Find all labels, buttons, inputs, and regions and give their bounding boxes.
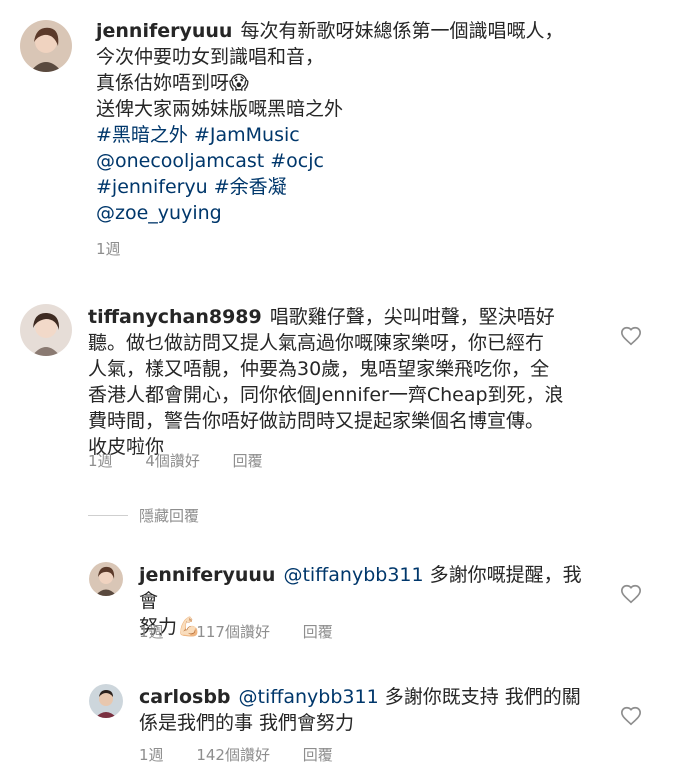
caption-username[interactable]: jenniferyuuu [96,20,232,42]
hide-replies-button[interactable]: 隱藏回覆 [139,505,199,526]
replies-divider [88,515,128,516]
comment-meta: 1週 4個讚好 回覆 [88,450,291,471]
reply-time[interactable]: 1週 [139,623,164,641]
caption-line: 送俾大家兩姊妹版嘅黑暗之外 [96,98,344,120]
comment-likes[interactable]: 4個讚好 [145,452,200,470]
comment-time[interactable]: 1週 [88,452,113,470]
caption-line: 每次有新歌呀妹總係第一個識唱嘅人， [240,20,564,42]
caption-time[interactable]: 1週 [96,240,121,258]
heart-outline-icon[interactable] [620,705,642,727]
reply-mention[interactable]: @tiffanybb311 [239,686,379,708]
reply-time[interactable]: 1週 [139,746,164,764]
reply-mention[interactable]: @tiffanybb311 [283,564,423,586]
avatar-jenniferyuuu[interactable] [89,562,123,596]
heart-outline-icon[interactable] [620,325,642,347]
comment-line: 唱歌雞仔聲，尖叫咁聲，堅決唔好 [269,306,555,328]
comment-line: 費時間，警告你唔好做訪問時又提起家樂個名博宣傳。 [88,410,545,432]
reply-button[interactable]: 回覆 [303,746,333,764]
reply-button[interactable]: 回覆 [233,452,263,470]
avatar-carlosbb[interactable] [89,684,123,718]
reply-likes[interactable]: 142個讚好 [196,746,270,764]
mention-line[interactable]: @zoe_yuying [96,200,656,226]
caption-meta: 1週 [96,238,149,259]
caption-line: 真係估妳唔到呀😱 [96,72,249,94]
avatar-tiffanychan8989[interactable] [20,304,72,356]
hashtag-line[interactable]: #jenniferyu #余香凝 [96,174,656,200]
caption-line: 今次仲要叻女到識唱和音， [96,46,325,68]
comment-line: 聽。做乜做訪問又提人氣高過你嘅陳家樂呀，你已經冇 [88,332,545,354]
reply-meta: 1週 117個讚好 回覆 [139,621,361,642]
comment-tiffanychan8989: tiffanychan8989 唱歌雞仔聲，尖叫咁聲，堅決唔好 聽。做乜做訪問又提… [88,304,603,460]
comment-username[interactable]: tiffanychan8989 [88,306,262,328]
mention-line[interactable]: @onecooljamcast #ocjc [96,148,656,174]
comment-line: 人氣，樣又唔靚，仲要為30歲，鬼唔望家樂飛吃你，全 [88,358,550,380]
reply-meta: 1週 142個讚好 回覆 [139,744,361,765]
reply-username[interactable]: jenniferyuuu [139,564,275,586]
reply-username[interactable]: carlosbb [139,686,231,708]
avatar-jenniferyuuu[interactable] [20,20,72,72]
reply-likes[interactable]: 117個讚好 [196,623,270,641]
caption-block: jenniferyuuu 每次有新歌呀妹總係第一個識唱嘅人， 今次仲要叻女到識唱和… [96,18,656,226]
reply-line: 多謝你既支持 我們的關 [384,686,581,708]
reply-button[interactable]: 回覆 [303,623,333,641]
comment-line: 香港人都會開心，同你依個Jennifer一齊Cheap到死，浪 [88,384,564,406]
reply-line: 係是我們的事 我們會努力 [139,712,355,734]
hashtag-line[interactable]: #黑暗之外 #JamMusic [96,122,656,148]
reply-carlosbb: carlosbb @tiffanybb311 多謝你既支持 我們的關 係是我們的事… [139,684,599,736]
heart-outline-icon[interactable] [620,583,642,605]
